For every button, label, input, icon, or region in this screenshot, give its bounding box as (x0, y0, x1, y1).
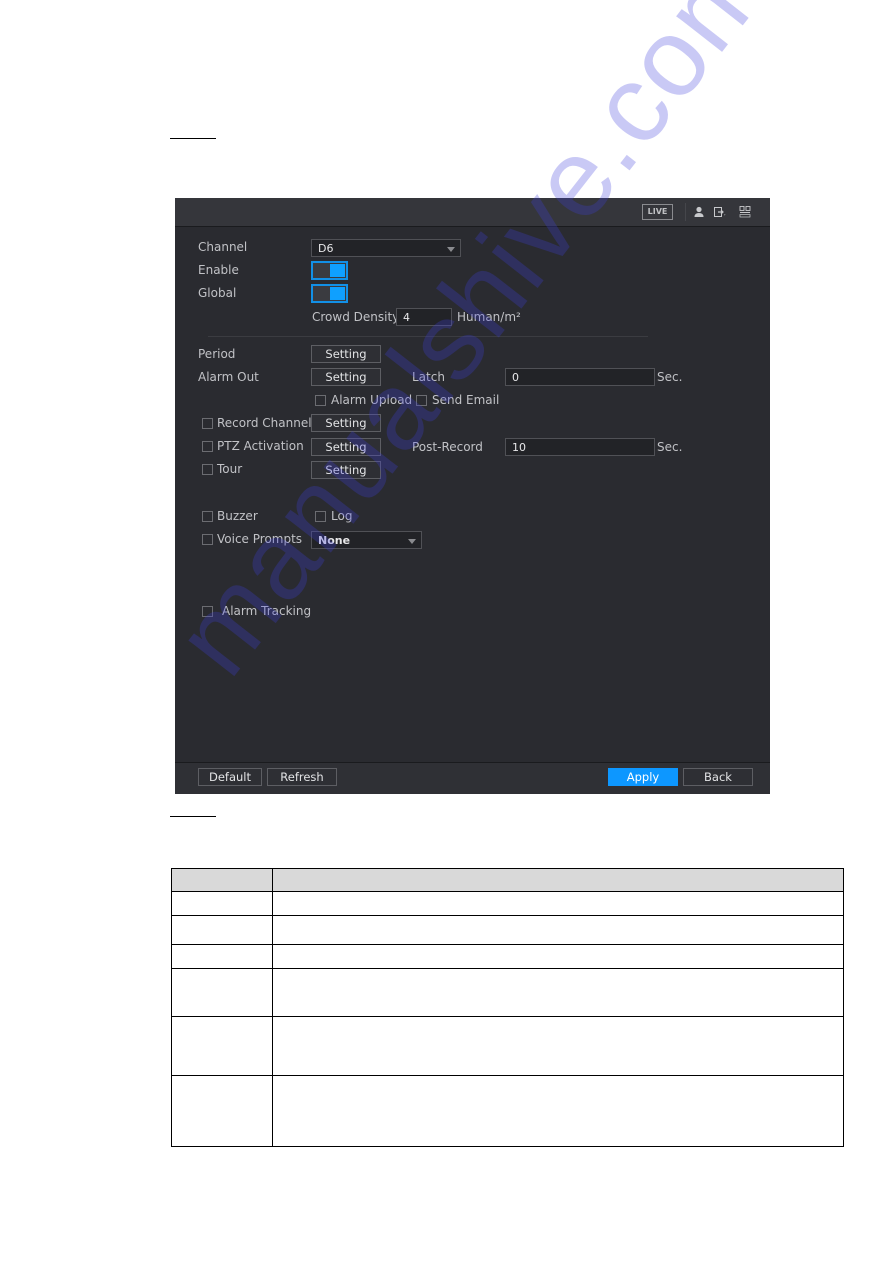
table-cell (272, 968, 844, 1017)
crowd-density-unit: Human/m² (457, 310, 521, 324)
tour-setting-button[interactable]: Setting (311, 461, 381, 479)
post-record-label: Post-Record (412, 440, 483, 454)
crowd-density-input[interactable]: 4 (396, 308, 452, 326)
record-channel-setting-button[interactable]: Setting (311, 414, 381, 432)
logout-icon[interactable] (713, 205, 727, 219)
post-record-unit: Sec. (657, 440, 683, 454)
table-row (171, 968, 844, 1017)
chevron-down-icon (447, 247, 455, 252)
table-header-row (171, 868, 844, 892)
record-channel-checkbox[interactable] (202, 418, 213, 429)
table-cell (272, 891, 844, 916)
table-row (171, 891, 844, 916)
step-label-underline (170, 138, 216, 139)
table-row (171, 1016, 844, 1076)
ptz-activation-label: PTZ Activation (217, 439, 304, 453)
channel-select[interactable]: D6 (311, 239, 461, 257)
channel-value: D6 (318, 242, 334, 255)
table-row (171, 915, 844, 945)
table-cell (171, 915, 273, 945)
table-cell (272, 1016, 844, 1076)
toggle-knob (330, 264, 345, 277)
table-cell (272, 915, 844, 945)
ptz-activation-checkbox[interactable] (202, 441, 213, 452)
voice-prompts-checkbox[interactable] (202, 534, 213, 545)
step-label-underline (170, 816, 216, 817)
buzzer-label: Buzzer (217, 509, 258, 523)
alarm-out-setting-button[interactable]: Setting (311, 368, 381, 386)
table-cell (171, 944, 273, 969)
tour-checkbox[interactable] (202, 464, 213, 475)
alarm-upload-checkbox[interactable] (315, 395, 326, 406)
alarm-tracking-checkbox[interactable] (202, 606, 213, 617)
section-divider (208, 336, 648, 337)
enable-toggle[interactable] (311, 261, 348, 280)
default-button[interactable]: Default (198, 768, 262, 786)
voice-prompts-label: Voice Prompts (217, 532, 303, 546)
live-button[interactable]: LIVE (642, 204, 673, 220)
user-icon[interactable] (692, 205, 706, 219)
back-button[interactable]: Back (683, 768, 753, 786)
table-header-cell (272, 868, 844, 892)
post-record-input[interactable]: 10 (505, 438, 655, 456)
alarm-upload-label: Alarm Upload (331, 393, 413, 407)
table-cell (272, 1075, 844, 1147)
voice-prompts-select[interactable]: None (311, 531, 422, 549)
footer-bar: Default Refresh Apply Back (175, 762, 770, 794)
latch-unit: Sec. (657, 370, 683, 384)
record-channel-label: Record Channel (217, 416, 312, 430)
table-header-cell (171, 868, 273, 892)
log-checkbox[interactable] (315, 511, 326, 522)
period-label: Period (198, 347, 236, 361)
period-setting-button[interactable]: Setting (311, 345, 381, 363)
chevron-down-icon (408, 539, 416, 544)
table-cell (272, 944, 844, 969)
global-toggle[interactable] (311, 284, 348, 303)
apply-button[interactable]: Apply (608, 768, 678, 786)
global-label: Global (198, 286, 237, 300)
top-bar: LIVE (175, 198, 770, 227)
send-email-checkbox[interactable] (416, 395, 427, 406)
log-label: Log (331, 509, 353, 523)
qr-code-icon[interactable] (738, 205, 752, 219)
table-cell (171, 891, 273, 916)
table-cell (171, 1075, 273, 1147)
table-row (171, 1075, 844, 1147)
parameter-table (171, 868, 844, 1147)
toggle-knob (330, 287, 345, 300)
crowd-density-label: Crowd Density (312, 310, 400, 324)
ptz-activation-setting-button[interactable]: Setting (311, 438, 381, 456)
channel-label: Channel (198, 240, 248, 254)
table-row (171, 944, 844, 969)
alarm-tracking-label: Alarm Tracking (222, 604, 312, 618)
alarm-settings-window: LIVE Channel D6 Enable Global Crowd Dens… (175, 198, 770, 794)
latch-input[interactable]: 0 (505, 368, 655, 386)
buzzer-checkbox[interactable] (202, 511, 213, 522)
enable-label: Enable (198, 263, 239, 277)
topbar-separator (685, 203, 686, 221)
voice-prompts-value: None (318, 534, 351, 547)
table-cell (171, 968, 273, 1017)
alarm-out-label: Alarm Out (198, 370, 259, 384)
table-cell (171, 1016, 273, 1076)
send-email-label: Send Email (432, 393, 500, 407)
latch-label: Latch (412, 370, 445, 384)
refresh-button[interactable]: Refresh (267, 768, 337, 786)
tour-label: Tour (217, 462, 243, 476)
